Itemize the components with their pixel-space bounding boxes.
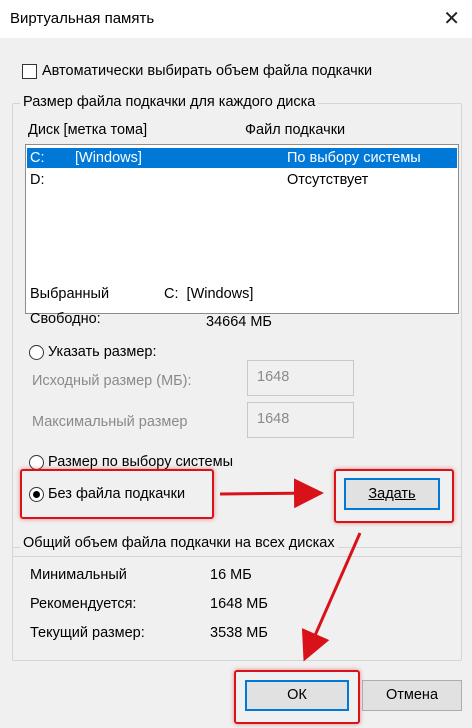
close-icon[interactable]: ✕ — [443, 6, 460, 31]
minimum-label: Минимальный — [30, 567, 127, 583]
highlight-no-paging — [20, 469, 214, 519]
title-bar: Виртуальная память ✕ — [0, 0, 472, 38]
custom-size-radio[interactable] — [29, 345, 44, 360]
drive-paging-value: Отсутствует — [287, 172, 369, 188]
drive-row-d[interactable]: D: Отсутствует — [27, 170, 457, 190]
highlight-set-button — [334, 469, 454, 523]
initial-size-label: Исходный размер (МБ): — [32, 373, 192, 389]
drive-letter: C: — [30, 150, 45, 166]
free-space-value: 34664 МБ — [206, 314, 272, 330]
auto-manage-label: Автоматически выбирать объем файла подка… — [42, 63, 373, 79]
max-size-value: 1648 — [257, 411, 290, 427]
window-title: Виртуальная память — [10, 10, 155, 27]
initial-size-value: 1648 — [257, 369, 290, 385]
drive-paging-value: По выбору системы — [287, 150, 421, 166]
max-size-label: Максимальный размер — [32, 414, 188, 430]
selected-drive-value: C: [Windows] — [164, 286, 254, 302]
system-managed-radio[interactable] — [29, 455, 44, 470]
auto-manage-checkbox[interactable] — [22, 64, 37, 79]
recommended-value: 1648 МБ — [210, 596, 268, 612]
cancel-button-label: Отмена — [385, 687, 439, 703]
cancel-button[interactable]: Отмена — [362, 680, 462, 711]
max-size-input[interactable]: 1648 — [247, 402, 354, 438]
custom-size-label: Указать размер: — [48, 344, 157, 360]
total-legend: Общий объем файла подкачки на всех диска… — [20, 535, 338, 551]
minimum-value: 16 МБ — [210, 567, 252, 583]
initial-size-input[interactable]: 1648 — [247, 360, 354, 396]
highlight-ok-button — [234, 670, 360, 724]
current-size-value: 3538 МБ — [210, 625, 268, 641]
per-drive-legend: Размер файла подкачки для каждого диска — [20, 94, 319, 110]
drive-letter: D: — [30, 172, 45, 188]
column-header-paging-file: Файл подкачки — [245, 122, 346, 138]
drive-volume-label: [Windows] — [75, 150, 142, 166]
current-size-label: Текущий размер: — [30, 625, 145, 641]
free-space-label: Свободно: — [30, 311, 101, 327]
recommended-label: Рекомендуется: — [30, 596, 137, 612]
selected-drive-label: Выбранный — [30, 286, 110, 302]
custom-size-radio-row[interactable]: Указать размер: — [28, 343, 248, 363]
system-managed-label: Размер по выбору системы — [48, 454, 234, 470]
auto-manage-checkbox-row[interactable]: Автоматически выбирать объем файла подка… — [22, 63, 442, 81]
dialog-body: Автоматически выбирать объем файла подка… — [0, 38, 472, 728]
column-header-drive: Диск [метка тома] — [28, 122, 148, 138]
drive-row-c[interactable]: C: [Windows] По выбору системы — [27, 148, 457, 168]
